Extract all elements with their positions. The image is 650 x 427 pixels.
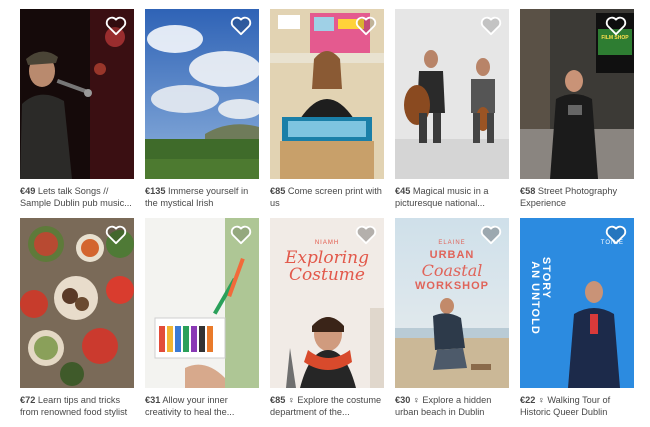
heart-icon[interactable]	[605, 16, 627, 36]
experience-card[interactable]: TONIE AN UNTOLD STORY €22 ♀ Walking Tour…	[520, 218, 634, 418]
price-label: €85	[270, 395, 286, 405]
experience-caption: €31 Allow your inner creativity to heal …	[145, 394, 259, 418]
heart-icon[interactable]	[105, 16, 127, 36]
poster-title-line-2: Coastal	[421, 261, 483, 280]
experience-photo[interactable]: TONIE AN UNTOLD STORY	[520, 218, 634, 388]
experience-photo[interactable]	[145, 218, 259, 388]
experience-card[interactable]: €72 Learn tips and tricks from renowned …	[20, 218, 134, 418]
heart-icon[interactable]	[605, 225, 627, 245]
experience-caption: €85 ♀ Explore the costume department of …	[270, 394, 384, 418]
experience-card[interactable]: NIAMH Exploring Costume €85 ♀ Explore th…	[270, 218, 384, 418]
price-label: €85	[270, 186, 286, 196]
experience-card[interactable]: €45 Magical music in a picturesque natio…	[395, 9, 509, 209]
experience-photo[interactable]: NIAMH Exploring Costume	[270, 218, 384, 388]
price-label: €31	[145, 395, 161, 405]
experience-title: Learn tips and tricks from renowned food…	[20, 395, 128, 417]
experience-grid: €49 Lets talk Songs // Sample Dublin pub…	[20, 9, 634, 418]
experience-card[interactable]: €135 Immerse yourself in the mystical Ir…	[145, 9, 259, 209]
experience-caption: €58 Street Photography Experience	[520, 185, 634, 209]
experience-card[interactable]: €31 Allow your inner creativity to heal …	[145, 218, 259, 418]
experience-card[interactable]: €85 Come screen print with us	[270, 9, 384, 209]
experience-card[interactable]: ELAINE URBAN Coastal WORKSHOP €30 ♀ Expl…	[395, 218, 509, 418]
price-label: €45	[395, 186, 411, 196]
heart-icon[interactable]	[355, 225, 377, 245]
heart-icon[interactable]	[230, 225, 252, 245]
experience-title: Magical music in a picturesque national.…	[395, 186, 489, 208]
experience-title: Come screen print with us	[270, 186, 382, 208]
experience-caption: €72 Learn tips and tricks from renowned …	[20, 394, 134, 418]
experience-photo[interactable]	[270, 9, 384, 179]
experience-title: ♀ Explore the costume department of the.…	[270, 395, 382, 417]
heart-icon[interactable]	[230, 16, 252, 36]
experience-card[interactable]: €49 Lets talk Songs // Sample Dublin pub…	[20, 9, 134, 209]
heart-icon[interactable]	[355, 16, 377, 36]
experience-photo[interactable]	[395, 9, 509, 179]
price-label: €58	[520, 186, 536, 196]
experience-caption: €22 ♀ Walking Tour of Historic Queer Dub…	[520, 394, 634, 418]
price-label: €22	[520, 395, 536, 405]
poster-title-line-3: WORKSHOP	[415, 280, 489, 292]
heart-icon[interactable]	[480, 225, 502, 245]
experience-title: Lets talk Songs // Sample Dublin pub mus…	[20, 186, 132, 208]
experience-title: Street Photography Experience	[520, 186, 618, 208]
experience-card[interactable]: FILM SHOP €58 Street Photography Experie…	[520, 9, 634, 209]
experience-photo[interactable]: FILM SHOP	[520, 9, 634, 179]
experience-caption: €49 Lets talk Songs // Sample Dublin pub…	[20, 185, 134, 209]
experience-photo[interactable]	[20, 9, 134, 179]
price-label: €72	[20, 395, 36, 405]
experience-caption: €45 Magical music in a picturesque natio…	[395, 185, 509, 209]
experience-caption: €30 ♀ Explore a hidden urban beach in Du…	[395, 394, 509, 418]
poster-title-line-1: URBAN	[429, 249, 475, 261]
experience-photo[interactable]	[20, 218, 134, 388]
experience-caption: €135 Immerse yourself in the mystical Ir…	[145, 185, 259, 209]
experience-title: ♀ Explore a hidden urban beach in Dublin	[395, 395, 492, 417]
poster-title: Exploring Costume	[285, 248, 369, 285]
heart-icon[interactable]	[480, 16, 502, 36]
experience-caption: €85 Come screen print with us	[270, 185, 384, 209]
price-label: €135	[145, 186, 166, 196]
heart-icon[interactable]	[105, 225, 127, 245]
price-label: €49	[20, 186, 36, 196]
price-label: €30	[395, 395, 411, 405]
experience-photo[interactable]: ELAINE URBAN Coastal WORKSHOP	[395, 218, 509, 388]
experience-photo[interactable]	[145, 9, 259, 179]
poster-title-line-2: STORY	[540, 256, 552, 300]
